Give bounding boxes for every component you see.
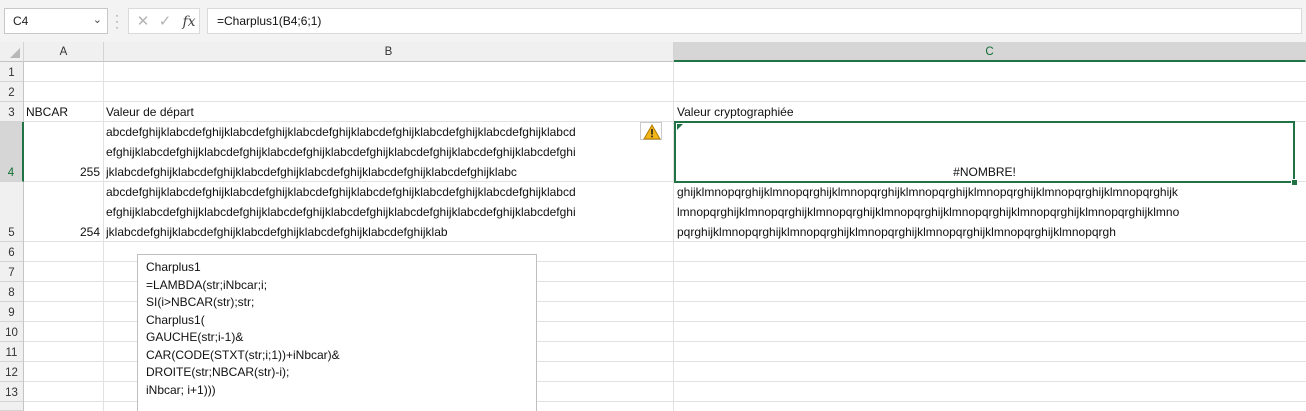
gridline — [673, 62, 674, 411]
row-header-9[interactable]: 9 — [0, 302, 24, 322]
row-header-4[interactable]: 4 — [0, 122, 24, 182]
formula-text: =Charplus1(B4;6;1) — [217, 14, 322, 28]
cell-c5-line: lmnopqrghijklmnopqrghijklmnopqrghijklmno… — [677, 205, 1180, 219]
check-icon[interactable]: ✓ — [155, 12, 175, 32]
cell-a3[interactable]: NBCAR — [26, 102, 102, 122]
row-header-14[interactable] — [0, 402, 24, 411]
row-header-5[interactable]: 5 — [0, 182, 24, 242]
fx-icon[interactable]: fx — [179, 12, 199, 32]
row-header-10[interactable]: 10 — [0, 322, 24, 342]
text-box-line: Charplus1( — [146, 312, 205, 327]
row-header-12[interactable]: 12 — [0, 362, 24, 382]
cell-b5-line: abcdefghijklabcdefghijklabcdefghijklabcd… — [106, 185, 576, 199]
row-number: 9 — [8, 307, 15, 319]
cell-a5[interactable]: 254 — [26, 222, 100, 242]
cell-b5-line: efghijklabcdefghijklabcdefghijklabcdefgh… — [106, 205, 576, 219]
row-number: 3 — [8, 107, 15, 119]
column-header-c[interactable]: C — [674, 42, 1306, 62]
cell-b5-line: jklabcdefghijklabcdefghijklabcdefghijkla… — [106, 225, 448, 239]
active-cell-c4[interactable]: #NOMBRE! — [674, 121, 1298, 186]
cell-c5-line: pqrghijklmnopqrghijklmnopqrghijklmnopqrg… — [677, 225, 1116, 239]
row-header-7[interactable]: 7 — [0, 262, 24, 282]
warning-icon — [643, 124, 661, 140]
row-number: 6 — [8, 247, 15, 259]
row-header-6[interactable]: 6 — [0, 242, 24, 262]
cell-c3[interactable]: Valeur cryptographiée — [677, 102, 1297, 122]
gridline — [24, 81, 1306, 82]
row-number: 13 — [5, 387, 18, 399]
row-header-8[interactable]: 8 — [0, 282, 24, 302]
row-header-3[interactable]: 3 — [0, 102, 24, 122]
row-header-11[interactable]: 11 — [0, 342, 24, 362]
name-box[interactable]: C4 ⌄ — [4, 8, 108, 34]
formula-text-box[interactable]: Charplus1 =LAMBDA(str;iNbcar;i; SI(i>NBC… — [137, 254, 537, 411]
cell-b4-line: efghijklabcdefghijklabcdefghijklabcdefgh… — [106, 145, 576, 159]
row-number: 11 — [5, 347, 18, 359]
row-number: 10 — [5, 327, 18, 339]
column-header-b[interactable]: B — [104, 42, 674, 62]
more-options-icon[interactable]: · · · — [114, 9, 120, 33]
formula-buttons: ✕ ✓ fx — [128, 8, 200, 34]
cell-b4-line: jklabcdefghijklabcdefghijklabcdefghijkla… — [106, 165, 517, 179]
column-header-a[interactable]: A — [24, 42, 104, 62]
name-box-value: C4 — [13, 14, 29, 28]
text-box-line: GAUCHE(str;i-1)& — [146, 330, 244, 344]
select-all-icon — [10, 48, 20, 58]
row-number: 7 — [8, 267, 15, 279]
text-box-line: Charplus1 — [146, 260, 201, 274]
cell-b5[interactable]: abcdefghijklabcdefghijklabcdefghijklabcd… — [106, 182, 672, 242]
formula-bar-area: C4 ⌄ · · · ✕ ✓ fx =Charplus1(B4;6;1) — [0, 0, 1306, 42]
error-smart-tag-button[interactable] — [640, 122, 662, 140]
cell-c5[interactable]: ghijklmnopqrghijklmnopqrghijklmnopqrghij… — [677, 182, 1303, 242]
cell-b4[interactable]: abcdefghijklabcdefghijklabcdefghijklabcd… — [106, 122, 672, 182]
text-box-line: CAR(CODE(STXT(str;i;1))+iNbcar)& — [146, 347, 340, 362]
chevron-down-icon[interactable]: ⌄ — [93, 13, 102, 26]
row-header-2[interactable]: 2 — [0, 82, 24, 102]
row-number: 1 — [8, 67, 15, 79]
text-box-line: =LAMBDA(str;iNbcar;i; — [146, 277, 268, 292]
row-number: 4 — [7, 167, 15, 179]
gridline — [103, 62, 104, 411]
row-number: 2 — [8, 87, 15, 99]
x-icon[interactable]: ✕ — [133, 12, 153, 32]
cell-a4[interactable]: 255 — [26, 162, 100, 182]
cell-c5-line: ghijklmnopqrghijklmnopqrghijklmnopqrghij… — [677, 185, 1178, 199]
row-header-1[interactable]: 1 — [0, 62, 24, 82]
row-number: 5 — [8, 227, 15, 239]
row-header-13[interactable]: 13 — [0, 382, 24, 402]
text-box-line: SI(i>NBCAR(str);str; — [146, 295, 255, 309]
select-all-button[interactable] — [0, 42, 24, 62]
formula-input[interactable]: =Charplus1(B4;6;1) — [207, 8, 1302, 34]
text-box-line: iNbcar; i+1))) — [146, 382, 216, 397]
fill-handle[interactable] — [1291, 179, 1298, 186]
row-number: 8 — [8, 287, 15, 299]
spreadsheet-grid: A B C 1 2 3 4 5 6 7 8 9 10 11 12 13 NBCA… — [0, 42, 1306, 411]
cell-b3[interactable]: Valeur de départ — [106, 102, 672, 122]
cell-c4-value: #NOMBRE! — [953, 165, 1016, 179]
row-number: 12 — [5, 367, 18, 379]
error-indicator-icon — [677, 124, 683, 130]
cell-b4-line: abcdefghijklabcdefghijklabcdefghijklabcd… — [106, 125, 576, 139]
text-box-line: DROITE(str;NBCAR(str)-i); — [146, 365, 290, 379]
